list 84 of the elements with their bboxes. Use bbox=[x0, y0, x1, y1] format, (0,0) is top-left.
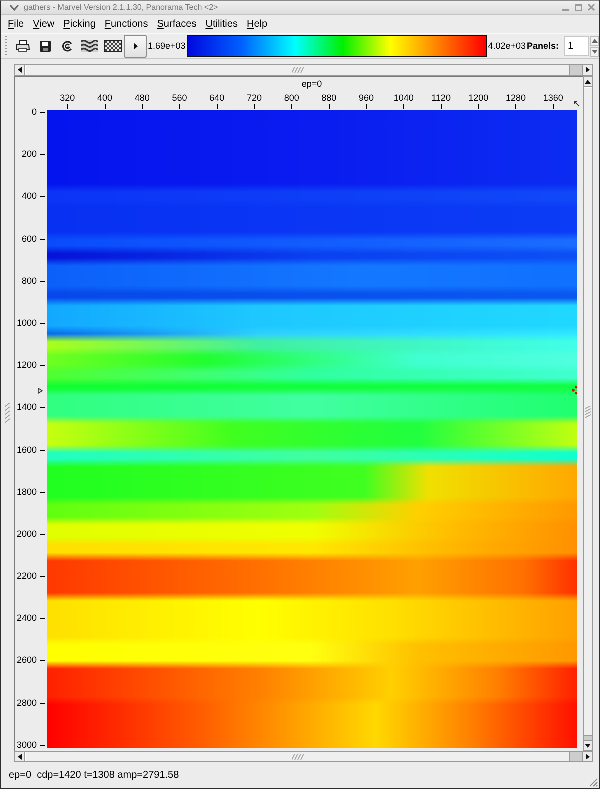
scroll-right-button[interactable] bbox=[582, 752, 592, 761]
scale-max-value: 4.02e+03 bbox=[488, 41, 526, 51]
scrollbar-track[interactable] bbox=[14, 64, 593, 76]
corner-arrow-icon bbox=[574, 101, 580, 107]
x-axis-label: 1200 bbox=[468, 93, 489, 104]
scale-min-value: 1.69e+03 bbox=[148, 41, 186, 51]
spin-up-button[interactable] bbox=[590, 36, 599, 46]
arrow-left-icon bbox=[18, 754, 22, 760]
x-axis-label: 880 bbox=[322, 93, 337, 104]
scrollbar-thumb[interactable] bbox=[25, 752, 570, 761]
menu-item[interactable]: View bbox=[33, 18, 55, 30]
panels-label: Panels: bbox=[526, 41, 559, 51]
grip-icon bbox=[585, 406, 591, 418]
x-axis-label: 560 bbox=[172, 93, 188, 104]
maximize-icon bbox=[575, 4, 582, 11]
x-axis-label: 480 bbox=[134, 93, 150, 104]
arrow-down-icon bbox=[592, 50, 598, 54]
menu-item[interactable]: Functions bbox=[104, 18, 148, 30]
menu-item[interactable]: File bbox=[8, 18, 24, 30]
x-axis-label: 320 bbox=[60, 93, 76, 104]
y-axis-label: 2200 bbox=[16, 571, 37, 582]
scroll-left-button[interactable] bbox=[15, 65, 25, 75]
status-text: ep=0 cdp=1420 t=1308 amp=2791.58 bbox=[9, 770, 180, 780]
x-axis-label: 1120 bbox=[432, 93, 451, 104]
close-icon bbox=[588, 4, 595, 11]
minimize-icon bbox=[562, 9, 569, 11]
caret-right-icon bbox=[134, 42, 138, 50]
x-axis-label: 400 bbox=[98, 93, 113, 104]
play-button[interactable] bbox=[124, 34, 147, 58]
arrow-up-icon bbox=[592, 38, 598, 42]
x-axis-label: 1040 bbox=[394, 93, 414, 104]
y-axis-label: 200 bbox=[22, 149, 37, 160]
y-axis-label: 800 bbox=[22, 276, 37, 287]
scroll-left-button[interactable] bbox=[15, 752, 25, 761]
y-axis-label: 2600 bbox=[16, 655, 37, 666]
scrollbar-thumb[interactable] bbox=[25, 65, 570, 75]
menu-item[interactable]: Utilities bbox=[206, 18, 238, 30]
cursor-marker-icon bbox=[572, 386, 578, 395]
window-title: gathers - Marvel Version 2.1.1.30, Panorama Tech <2> bbox=[24, 3, 220, 12]
y-axis-label: 1800 bbox=[16, 486, 37, 498]
arrow-right-icon bbox=[586, 754, 590, 760]
y-axis-label: 1400 bbox=[16, 402, 37, 414]
y-axis-label: 3000 bbox=[16, 740, 37, 751]
x-axis-label: 640 bbox=[210, 93, 225, 104]
y-axis-label: 1200 bbox=[16, 360, 37, 372]
grip-icon bbox=[292, 754, 304, 760]
arrow-down-icon bbox=[585, 744, 591, 748]
arrow-left-icon bbox=[18, 67, 22, 73]
resize-grip-icon[interactable] bbox=[588, 777, 598, 787]
menu-item[interactable]: Surfaces bbox=[157, 18, 197, 30]
x-axis-label: 720 bbox=[246, 93, 262, 104]
y-axis-label: 600 bbox=[22, 234, 37, 245]
dither-image-icon bbox=[104, 40, 122, 52]
chevron-down-icon bbox=[10, 4, 19, 10]
spiral-icon bbox=[62, 40, 72, 52]
toolbar-grip-icon bbox=[4, 36, 8, 56]
grip-icon bbox=[292, 67, 304, 73]
scroll-right-button[interactable] bbox=[582, 65, 592, 75]
spin-down-button[interactable] bbox=[590, 46, 599, 56]
scrollbar-track[interactable] bbox=[14, 751, 593, 762]
printer-icon bbox=[16, 40, 30, 52]
y-axis-label: 2400 bbox=[16, 613, 37, 624]
arrow-up-icon bbox=[585, 80, 591, 84]
arrow-right-icon bbox=[586, 67, 590, 73]
y-axis-label: 1000 bbox=[16, 318, 37, 329]
y-axis-label: 0 bbox=[32, 107, 37, 118]
scroll-down-button[interactable] bbox=[584, 740, 592, 750]
panels-field[interactable]: 1 bbox=[564, 36, 589, 56]
wave-lines-icon bbox=[81, 40, 98, 52]
x-axis-label: 1360 bbox=[543, 93, 564, 104]
pointer-triangle-icon bbox=[38, 388, 43, 394]
x-axis-label: 960 bbox=[359, 93, 374, 104]
splitter-grip-icon[interactable] bbox=[5, 403, 10, 423]
y-axis-label: 2000 bbox=[16, 528, 37, 540]
y-axis-label: 2800 bbox=[16, 698, 37, 709]
y-axis-label: 1600 bbox=[16, 444, 37, 456]
menu-item[interactable]: Picking bbox=[64, 18, 96, 30]
y-axis-label: 400 bbox=[22, 191, 37, 202]
plot-title: ep=0 bbox=[302, 78, 322, 88]
scroll-up-button[interactable] bbox=[584, 77, 592, 87]
window-menu-button[interactable] bbox=[10, 4, 19, 10]
x-axis-label: 1280 bbox=[506, 93, 526, 104]
menu-item[interactable]: Help bbox=[246, 18, 268, 30]
x-axis-label: 800 bbox=[284, 93, 300, 104]
